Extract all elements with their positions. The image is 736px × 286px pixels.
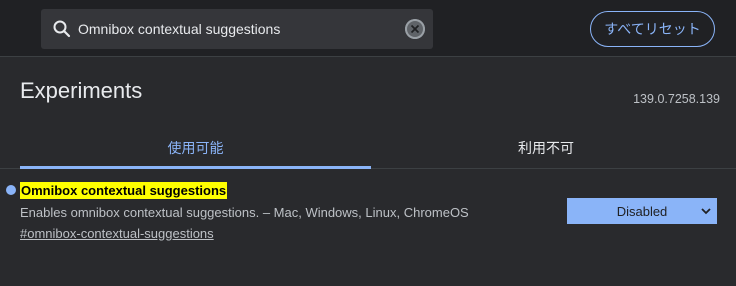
- search-icon: [53, 20, 71, 38]
- page-title: Experiments: [20, 78, 143, 103]
- flag-status-dot: [6, 185, 16, 195]
- search-input[interactable]: [78, 9, 398, 49]
- tab-available[interactable]: 使用可能: [20, 128, 371, 168]
- tab-unavailable[interactable]: 利用不可: [371, 128, 721, 168]
- search-box[interactable]: [41, 9, 433, 49]
- flag-title: Omnibox contextual suggestions: [20, 182, 228, 199]
- header-bar: すべてリセット: [0, 0, 736, 57]
- clear-icon[interactable]: [405, 19, 425, 39]
- chevron-down-icon: [701, 208, 711, 215]
- tab-indicator: [20, 166, 371, 169]
- flag-state-select[interactable]: Disabled: [567, 198, 717, 224]
- flag-select-value: Disabled: [616, 203, 668, 219]
- flag-permalink[interactable]: #omnibox-contextual-suggestions: [20, 226, 214, 241]
- flag-description: Enables omnibox contextual suggestions. …: [20, 205, 469, 220]
- version-label: 139.0.7258.139: [633, 92, 720, 106]
- reset-all-button[interactable]: すべてリセット: [590, 11, 715, 47]
